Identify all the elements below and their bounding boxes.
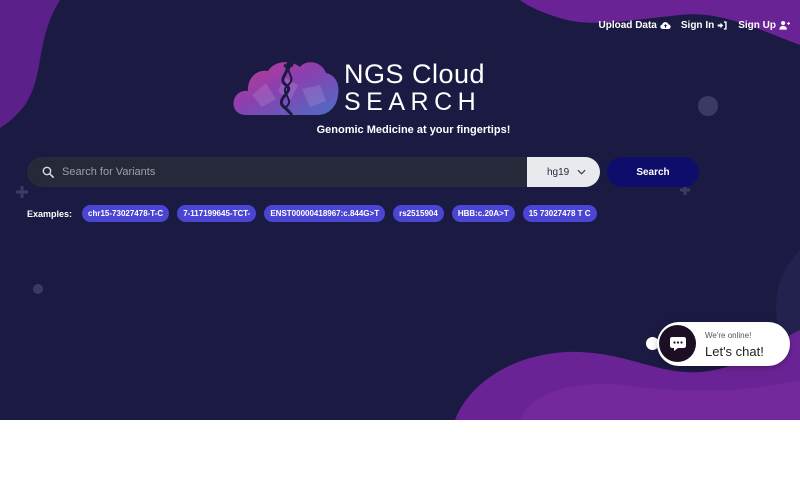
brand-logo[interactable]: NGS Cloud SEARCH	[232, 55, 502, 123]
example-chip[interactable]: chr15-73027478-T-C	[82, 205, 170, 222]
genome-assembly-value: hg19	[547, 166, 570, 178]
sign-up-label: Sign Up	[738, 20, 776, 31]
chat-avatar	[659, 325, 696, 362]
top-navigation: Upload Data Sign In Sign Up	[599, 20, 790, 31]
example-chip[interactable]: rs2515904	[393, 205, 444, 222]
search-bar	[27, 157, 527, 187]
page-footer-area	[0, 420, 800, 480]
examples-row: Examples: chr15-73027478-T-C 7-117199645…	[27, 205, 597, 222]
example-chip[interactable]: 15 73027478 T C	[522, 205, 597, 222]
brand-name: NGS Cloud	[344, 59, 486, 89]
upload-data-label: Upload Data	[598, 20, 657, 31]
sign-up-link[interactable]: Sign Up	[738, 20, 790, 31]
chat-cta-text: Let's chat!	[705, 344, 764, 359]
search-icon	[42, 166, 54, 178]
variant-search-input[interactable]	[54, 157, 527, 187]
upload-data-link[interactable]: Upload Data	[599, 20, 671, 31]
examples-label: Examples:	[27, 208, 73, 219]
live-chat-widget[interactable]: We're online! Let's chat!	[657, 322, 790, 366]
add-user-icon	[779, 21, 790, 30]
tagline: Genomic Medicine at your fingertips!	[316, 124, 511, 136]
example-chip[interactable]: HBB:c.20A>T	[451, 205, 515, 222]
example-chip[interactable]: ENST00000418967:c.844G>T	[264, 205, 386, 222]
search-button[interactable]: Search	[607, 157, 699, 187]
genome-assembly-select[interactable]: hg19	[527, 157, 600, 187]
chat-status-text: We're online!	[705, 331, 752, 340]
cloud-upload-icon	[660, 22, 671, 29]
example-chip[interactable]: 7-117199645-TCT-	[177, 205, 257, 222]
brand-subname: SEARCH	[344, 88, 482, 116]
sign-in-label: Sign In	[680, 20, 715, 31]
chevron-down-icon	[577, 169, 586, 175]
sign-in-link[interactable]: Sign In	[681, 20, 728, 31]
chat-bubble-icon	[669, 336, 686, 351]
dna-cloud-logo-icon	[233, 60, 339, 117]
sign-in-icon	[717, 21, 727, 30]
